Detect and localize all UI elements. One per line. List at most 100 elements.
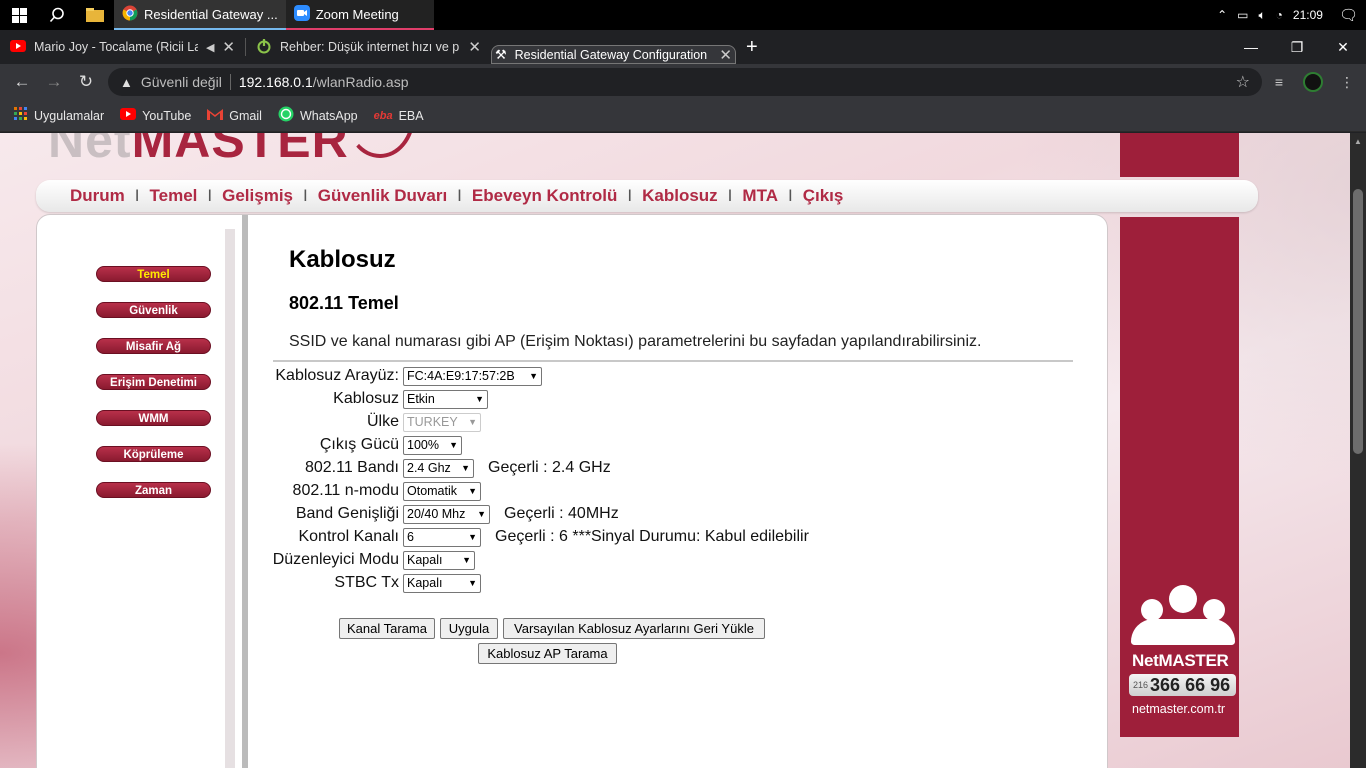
n-mode-select[interactable]: Otomatik ▼	[403, 481, 481, 501]
bookmark-whatsapp[interactable]: WhatsApp	[278, 106, 358, 125]
chrome-icon	[122, 5, 138, 24]
windows-start-icon[interactable]	[0, 0, 38, 30]
reload-icon[interactable]: ↻	[70, 64, 102, 100]
row-regulatory-mode: Düzenleyici Modu Kapalı ▼	[253, 550, 475, 570]
wifi-icon[interactable]: ◔	[1276, 8, 1283, 22]
battery-icon[interactable]: ▭	[1237, 8, 1248, 22]
sidebar-item-kopruleme[interactable]: Köprüleme	[96, 446, 211, 462]
bookmark-label: Gmail	[229, 108, 262, 123]
chevron-down-icon: ▼	[468, 417, 477, 427]
close-icon[interactable]: ✕	[222, 38, 235, 56]
extension-icon[interactable]	[1296, 64, 1330, 100]
taskbar-app-zoom[interactable]: Zoom Meeting	[285, 0, 434, 30]
select-value: Kapalı	[407, 576, 443, 590]
eba-icon: eba	[373, 109, 393, 122]
bookmark-youtube[interactable]: YouTube	[120, 108, 191, 123]
address-bar[interactable]: ▲ Güvenli değil 192.168.0.1/wlanRadio.as…	[108, 68, 1262, 96]
security-label: Güvenli değil	[140, 74, 222, 90]
sidebar-item-temel[interactable]: Temel	[96, 266, 211, 282]
sidebar-item-guvenlik[interactable]: Güvenlik	[96, 302, 211, 318]
chevron-up-icon[interactable]: ⌃	[1217, 8, 1227, 22]
stbc-tx-select[interactable]: Kapalı ▼	[403, 573, 481, 593]
top-navigation: Durum I Temel I Gelişmiş I Güvenlik Duvarı I…	[36, 180, 1258, 212]
nav-gelismis[interactable]: Gelişmiş	[222, 186, 293, 206]
chevron-down-icon: ▼	[461, 463, 470, 473]
field-label: Çıkış Gücü	[319, 436, 399, 453]
select-value: Kapalı	[407, 553, 443, 567]
nav-separator: I	[134, 186, 140, 205]
nav-cikis[interactable]: Çıkış	[803, 186, 844, 206]
select-value: Etkin	[407, 392, 435, 406]
bookmark-eba[interactable]: eba EBA	[374, 109, 424, 123]
row-stbc-tx: STBC Tx Kapalı ▼	[253, 573, 481, 593]
nav-kablosuz[interactable]: Kablosuz	[642, 186, 718, 206]
nav-guvenlik-duvari[interactable]: Güvenlik Duvarı	[318, 186, 447, 206]
country-select: TURKEY ▼	[403, 412, 481, 432]
page-scrollbar[interactable]: ▲	[1350, 133, 1366, 768]
sidebar-item-misafir-ag[interactable]: Misafir Ağ	[96, 338, 211, 354]
band-current-value: Geçerli : 2.4 GHz	[488, 459, 611, 476]
sidebar-item-zaman[interactable]: Zaman	[96, 482, 211, 498]
regulatory-mode-select[interactable]: Kapalı ▼	[403, 550, 475, 570]
close-icon[interactable]: ✕	[719, 46, 732, 64]
bandwidth-select[interactable]: 20/40 Mhz ▼	[403, 504, 490, 524]
brand-url[interactable]: netmaster.com.tr	[1132, 702, 1225, 716]
nav-mta[interactable]: MTA	[742, 186, 778, 206]
bookmark-star-icon[interactable]: ☆	[1236, 72, 1250, 92]
warning-icon[interactable]: ▲	[120, 75, 133, 90]
tab-youtube-music[interactable]: Mario Joy - Tocalame (Ricii La ◀︎ ✕	[0, 30, 245, 64]
search-icon[interactable]	[38, 0, 76, 30]
control-channel-select[interactable]: 6 ▼	[403, 527, 481, 547]
tab-title: Mario Joy - Tocalame (Ricii La	[34, 40, 198, 54]
browser-toolbar: ← → ↻ ▲ Güvenli değil 192.168.0.1/wlanRa…	[0, 64, 1366, 100]
field-label: 802.11 n-modu	[292, 482, 399, 499]
scroll-up-icon[interactable]: ▲	[1350, 133, 1366, 149]
netmaster-brand-box: NetMASTER 216 366 66 96 netmaster.com.tr	[1127, 585, 1237, 725]
support-team-icon	[1131, 585, 1235, 645]
media-control-icon[interactable]: ≡	[1262, 64, 1296, 100]
logo-ring	[345, 133, 415, 158]
ap-scan-button[interactable]: Kablosuz AP Tarama	[478, 643, 617, 664]
wireless-interface-select[interactable]: FC:4A:E9:17:57:2B ▼	[403, 366, 542, 386]
close-window-icon[interactable]: ✕	[1320, 30, 1366, 64]
close-icon[interactable]: ✕	[468, 38, 481, 56]
band-select[interactable]: 2.4 Ghz ▼	[403, 458, 474, 478]
restore-icon[interactable]: ❐	[1274, 30, 1320, 64]
tab-gateway-config[interactable]: ⚒ Residential Gateway Configuration ✕	[491, 45, 736, 64]
channel-scan-button[interactable]: Kanal Tarama	[339, 618, 435, 639]
wireless-enable-select[interactable]: Etkin ▼	[403, 389, 488, 409]
scrollbar-thumb[interactable]	[1353, 189, 1363, 454]
nav-temel[interactable]: Temel	[150, 186, 198, 206]
youtube-icon	[10, 39, 26, 55]
file-explorer-icon[interactable]	[76, 0, 114, 30]
sidebar-item-wmm[interactable]: WMM	[96, 410, 211, 426]
apply-button[interactable]: Uygula	[440, 618, 498, 639]
row-band: 802.11 Bandı 2.4 Ghz ▼ Geçerli : 2.4 GHz	[253, 458, 611, 478]
url-host: 192.168.0.1	[238, 74, 313, 90]
notification-icon[interactable]: 🗨︎	[1339, 6, 1358, 24]
nav-ebeveyn-kontrolu[interactable]: Ebeveyn Kontrolü	[472, 186, 617, 206]
row-country: Ülke TURKEY ▼	[253, 412, 481, 432]
more-menu-icon[interactable]: ⋮	[1330, 64, 1364, 100]
minimize-icon[interactable]: —	[1228, 30, 1274, 64]
nav-separator: I	[787, 186, 793, 205]
nav-durum[interactable]: Durum	[70, 186, 125, 206]
sidebar-item-erisim-denetimi[interactable]: Erişim Denetimi	[96, 374, 211, 390]
bookmark-label: EBA	[398, 108, 424, 123]
clock[interactable]: 21:09	[1293, 8, 1323, 22]
tab-rehber[interactable]: Rehber: Düşük internet hızı ve pin ✕	[246, 30, 491, 64]
page-viewport: NetMASTER Durum I Temel I Gelişmiş I Güvenl…	[0, 133, 1350, 768]
nav-separator: I	[303, 186, 308, 205]
bookmark-gmail[interactable]: Gmail	[207, 108, 262, 123]
speaker-icon[interactable]: ◀︎	[206, 41, 214, 54]
forward-arrow-icon[interactable]: →	[38, 64, 70, 100]
new-tab-button[interactable]: +	[736, 30, 768, 64]
restore-defaults-button[interactable]: Varsayılan Kablosuz Ayarlarını Geri Yükl…	[503, 618, 765, 639]
bookmark-apps[interactable]: Uygulamalar	[14, 107, 104, 124]
row-n-mode: 802.11 n-modu Otomatik ▼	[253, 481, 481, 501]
back-arrow-icon[interactable]: ←	[6, 64, 38, 100]
output-power-select[interactable]: 100% ▼	[403, 435, 462, 455]
nav-separator: I	[457, 186, 462, 205]
taskbar-app-chrome[interactable]: Residential Gateway ...	[114, 0, 286, 30]
volume-icon[interactable]: 🔈︎	[1258, 8, 1265, 23]
